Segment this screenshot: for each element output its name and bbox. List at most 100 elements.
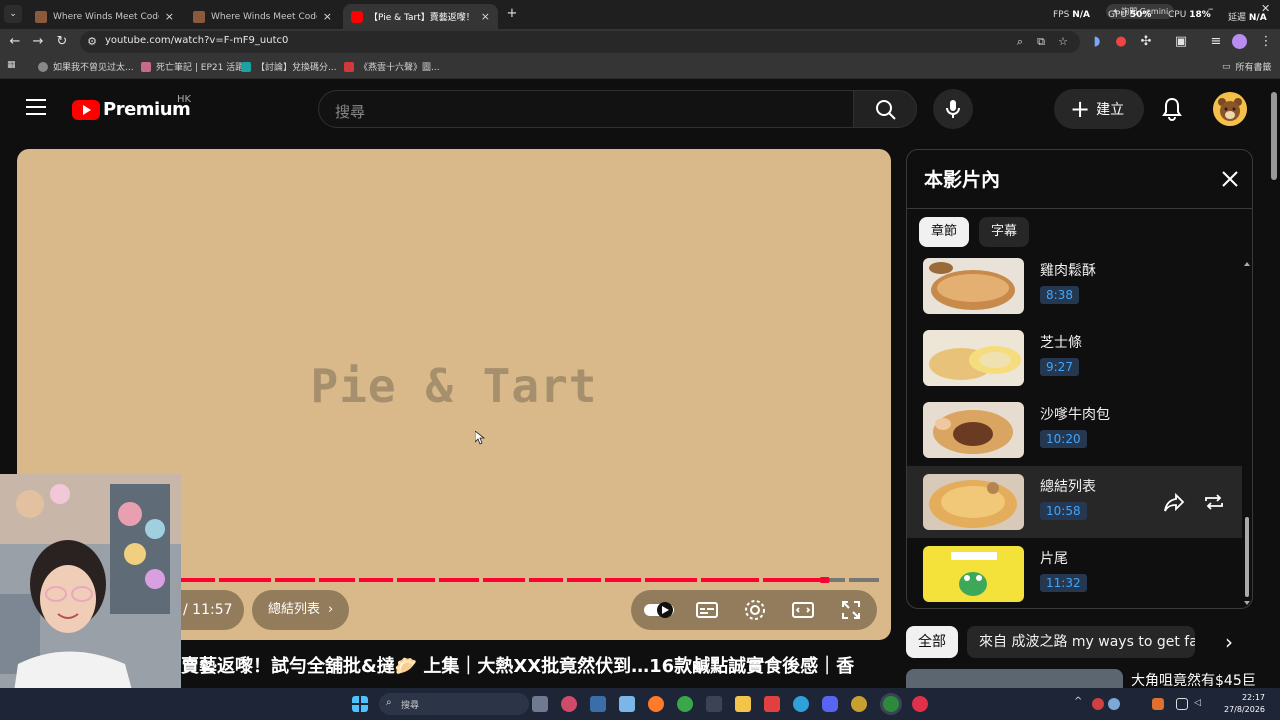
tab-transcript[interactable]: 字幕 (979, 217, 1030, 247)
address-bar[interactable]: ⚙ youtube.com/watch?v=F-mF9_uutc0 ⌕ ⧉ ☆ (80, 31, 1080, 53)
taskbar-search[interactable]: ⌕ 搜尋 (379, 693, 529, 715)
close-icon[interactable] (1220, 169, 1240, 189)
recommendation-thumbnail[interactable] (906, 669, 1123, 689)
progress-scrubber[interactable] (819, 577, 830, 583)
progress-segment[interactable] (567, 578, 601, 582)
reading-list-icon[interactable]: ≡ (1207, 33, 1225, 51)
progress-segment[interactable] (849, 578, 879, 582)
filter-chip-from-channel[interactable]: 來自 成波之路 my ways to get fat (967, 626, 1195, 658)
chapter-timestamp[interactable]: 9:27 (1040, 358, 1079, 376)
bookmark-item[interactable]: 如果我不曾见过太... (38, 60, 134, 73)
steam-icon[interactable] (590, 696, 606, 712)
all-bookmarks-button[interactable]: ▭ 所有書籤 (1222, 60, 1272, 74)
taskbar-clock[interactable]: 22:17 27/8/2026 (1224, 692, 1265, 716)
bookmark-item[interactable]: 死亡筆記 | EP21 活躍 (141, 60, 244, 73)
file-explorer-icon[interactable] (735, 696, 751, 712)
chrome-icon[interactable] (677, 696, 693, 712)
search-button[interactable] (853, 90, 917, 128)
chrome-menu-icon[interactable]: ⋮ (1257, 33, 1275, 51)
window-minimize-icon[interactable]: – (1208, 2, 1214, 15)
progress-segment[interactable] (219, 578, 271, 582)
network-icon[interactable] (1176, 698, 1188, 710)
reload-icon[interactable]: ↻ (53, 33, 71, 51)
app-icon[interactable] (764, 696, 780, 712)
tray-app-icon[interactable] (1152, 698, 1164, 710)
progress-segment[interactable] (275, 578, 315, 582)
window-close-icon[interactable]: ✕ (1261, 2, 1270, 15)
chapter-item[interactable]: 雞肉鬆酥 8:38 (907, 250, 1242, 322)
app-icon[interactable] (561, 696, 577, 712)
progress-segment[interactable] (483, 578, 525, 582)
app-icon[interactable] (706, 696, 722, 712)
bookmark-item[interactable]: 【討論】兌換碼分... (241, 60, 337, 73)
progress-segment[interactable] (529, 578, 563, 582)
progress-segment[interactable] (645, 578, 697, 582)
chapter-timestamp[interactable]: 11:32 (1040, 574, 1087, 592)
notifications-bell-icon[interactable] (1160, 96, 1184, 122)
page-scrollbar[interactable] (1268, 80, 1280, 688)
chapter-item[interactable]: 片尾 11:32 (907, 538, 1242, 608)
forward-arrow-icon[interactable]: → (29, 33, 47, 51)
tab-close-icon[interactable]: × (165, 10, 174, 23)
share-icon[interactable] (1162, 490, 1186, 514)
youtube-premium-logo[interactable]: Premium (72, 99, 191, 120)
extensions-puzzle-icon[interactable]: ✣ (1137, 33, 1155, 51)
voice-search-button[interactable] (933, 89, 973, 129)
progress-segment[interactable] (439, 578, 479, 582)
zoom-icon[interactable]: ⌕ (1012, 34, 1028, 50)
firefox-icon[interactable] (648, 696, 664, 712)
url-text[interactable]: youtube.com/watch?v=F-mF9_uutc0 (105, 35, 288, 46)
tab-capture-icon[interactable]: ▣ (1172, 33, 1190, 51)
chapter-item-current[interactable]: 總結列表 10:58 (907, 466, 1242, 538)
browser-tab-2[interactable]: Where Winds Meet Codes (W × (185, 4, 340, 29)
theater-mode-icon[interactable] (791, 598, 815, 622)
progress-segment[interactable] (701, 578, 759, 582)
chrome-active-icon[interactable] (883, 696, 899, 712)
windows-start-icon[interactable] (352, 696, 368, 712)
progress-segment[interactable] (829, 578, 845, 582)
chevron-right-icon[interactable]: › (1213, 626, 1245, 658)
apps-grid-icon[interactable]: ▦ (7, 60, 16, 70)
discord-icon[interactable] (822, 696, 838, 712)
chapter-item[interactable]: 沙嗲牛肉包 10:20 (907, 394, 1242, 466)
volume-icon[interactable]: ◁ (1194, 698, 1206, 710)
progress-segment[interactable] (319, 578, 355, 582)
chapter-timestamp[interactable]: 10:58 (1040, 502, 1087, 520)
recommendation-title[interactable]: 大角咀竟然有$45巨 (1131, 670, 1256, 690)
bookmark-item[interactable]: 《燕雲十六聲》圖... (344, 60, 440, 73)
tray-app-icon[interactable] (1092, 698, 1104, 710)
settings-gear-icon[interactable] (743, 598, 767, 622)
tray-app-icon[interactable] (1108, 698, 1120, 710)
autoplay-toggle[interactable] (643, 598, 675, 622)
extension-icon[interactable]: ● (1112, 33, 1130, 51)
app-icon[interactable] (912, 696, 928, 712)
loop-icon[interactable] (1202, 490, 1226, 514)
chapter-timestamp[interactable]: 8:38 (1040, 286, 1079, 304)
edge-icon[interactable] (793, 696, 809, 712)
page-scrollbar-thumb[interactable] (1271, 92, 1277, 180)
filter-chip-all[interactable]: 全部 (906, 626, 958, 658)
search-input[interactable]: 搜尋 (318, 90, 854, 128)
progress-segment[interactable] (397, 578, 435, 582)
fullscreen-icon[interactable] (839, 598, 863, 622)
progress-segment[interactable] (605, 578, 641, 582)
site-info-icon[interactable]: ⚙ (84, 34, 100, 50)
browser-tab-3[interactable]: 【Pie & Tart】賣藝返嚟！試勻 × (343, 4, 498, 29)
create-button[interactable]: + 建立 (1054, 89, 1144, 129)
back-arrow-icon[interactable]: ← (6, 33, 24, 51)
chapter-item[interactable]: 芝士條 9:27 (907, 322, 1242, 394)
progress-segment[interactable] (359, 578, 393, 582)
chapter-button[interactable]: 總結列表 › (252, 590, 350, 630)
photos-icon[interactable] (619, 696, 635, 712)
install-app-icon[interactable]: ⧉ (1033, 34, 1049, 50)
user-avatar[interactable] (1213, 92, 1247, 126)
tab-close-icon[interactable]: × (323, 10, 332, 23)
extension-icon[interactable]: ◗ (1088, 33, 1106, 51)
app-icon[interactable] (851, 696, 867, 712)
tab-chapters[interactable]: 章節 (919, 217, 970, 247)
subtitles-icon[interactable] (695, 598, 719, 622)
panel-scrollbar[interactable] (1244, 260, 1250, 605)
task-view-icon[interactable] (532, 696, 548, 712)
tab-close-icon[interactable]: × (481, 10, 490, 23)
tab-search-button[interactable]: ⌄ (4, 5, 22, 23)
